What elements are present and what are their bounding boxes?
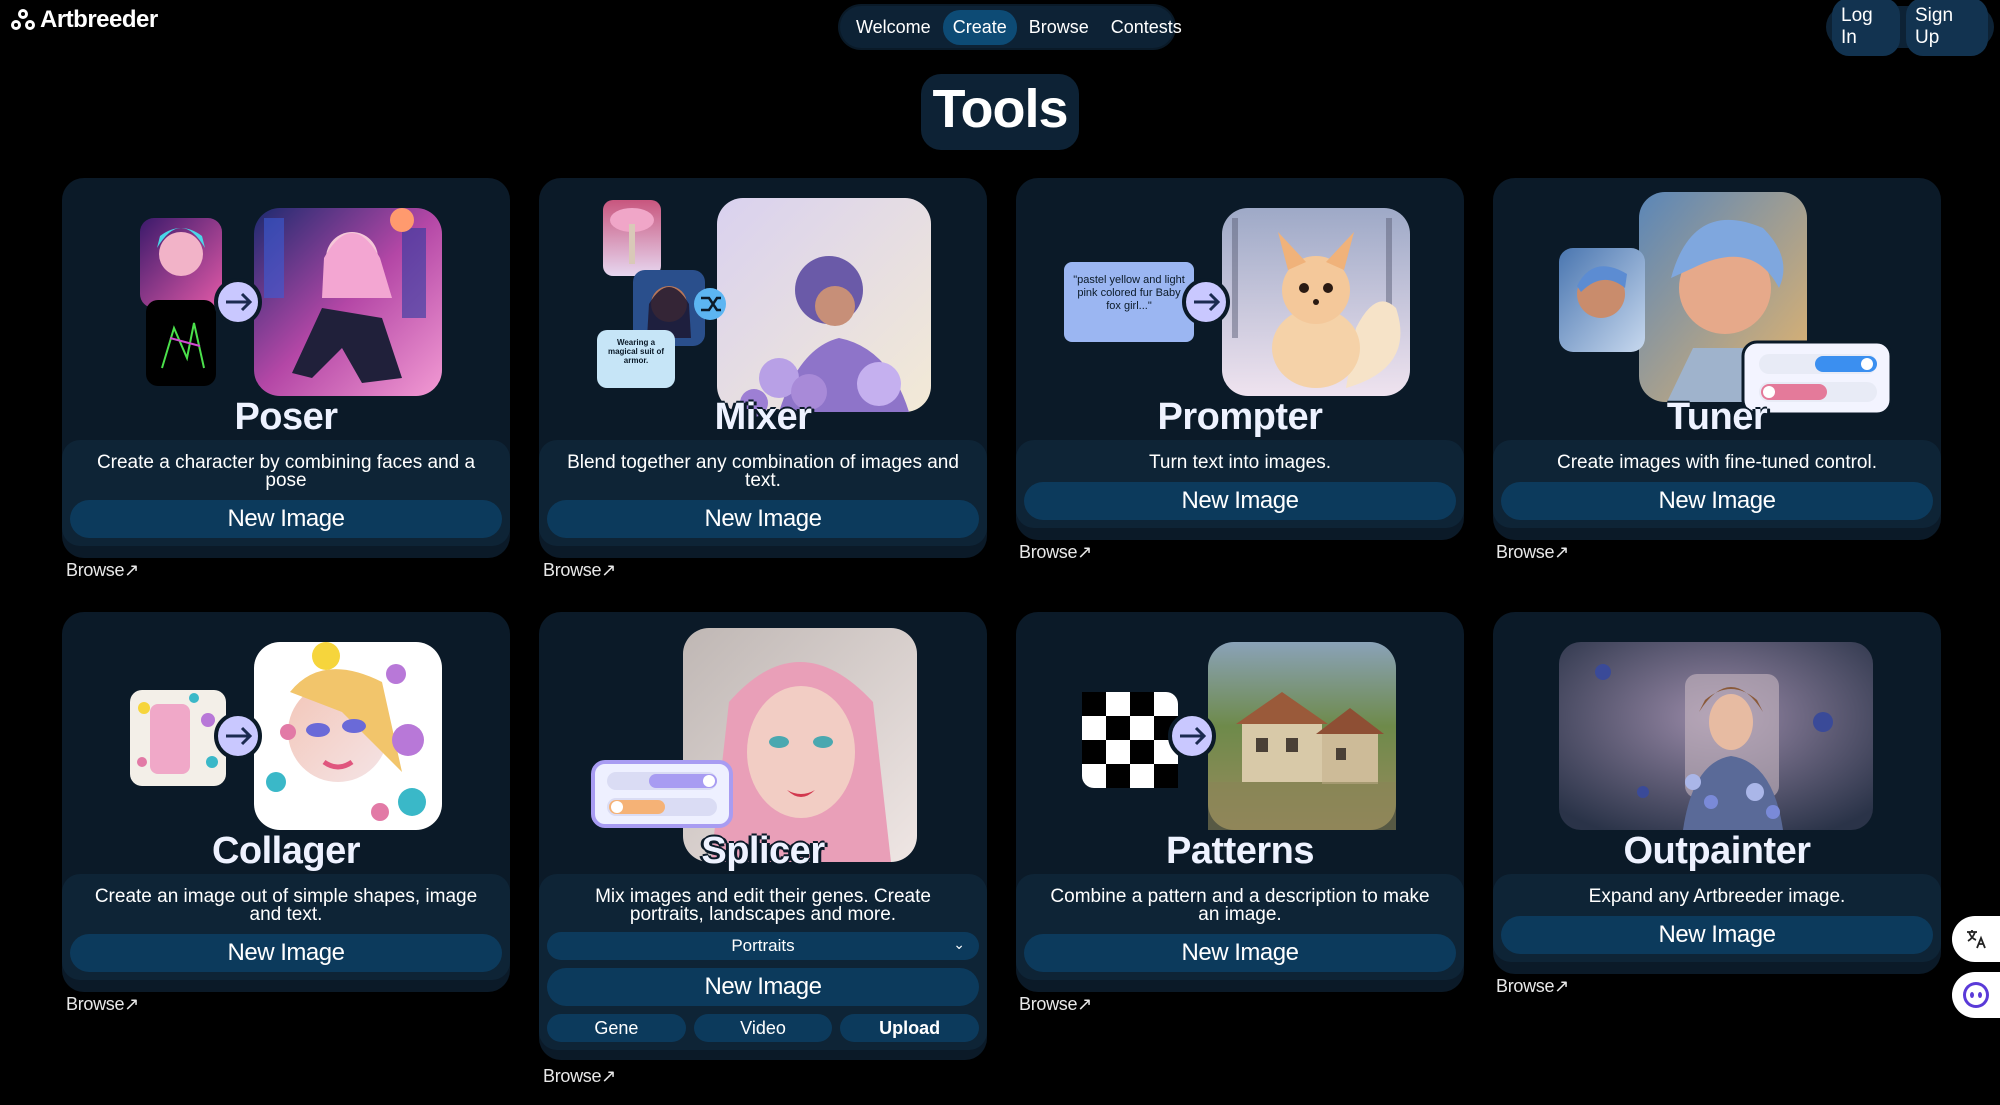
prompter-art-text: "pastel yellow and light pink colored fu…	[1073, 274, 1185, 312]
chevron-down-icon: ⌄	[953, 936, 965, 952]
splicer-category-select[interactable]: Portraits ⌄	[547, 932, 979, 960]
prompter-new-image-button[interactable]: New Image	[1024, 482, 1456, 520]
artbreeder-logo-icon	[11, 9, 35, 30]
splicer-actions: Gene Video Upload	[547, 1014, 980, 1042]
tool-body: Create an image out of simple shapes, im…	[62, 874, 510, 980]
tool-title: Outpainter	[1623, 830, 1811, 872]
nav-browse[interactable]: Browse	[1019, 10, 1099, 45]
tool-description: Combine a pattern and a description to m…	[1050, 886, 1430, 925]
mixer-art-text: Wearing a magical suit of armor.	[607, 338, 664, 365]
tool-card-prompter: "pastel yellow and light pink colored fu…	[1016, 178, 1464, 540]
tool-title: Tuner	[1666, 396, 1768, 438]
tool-title: Mixer	[714, 396, 812, 438]
tuner-browse-link[interactable]: Browse↗	[1496, 542, 1569, 563]
prompter-browse-link[interactable]: Browse↗	[1019, 542, 1092, 563]
splicer-new-image-button[interactable]: New Image	[547, 968, 979, 1006]
tool-description: Blend together any combination of images…	[567, 452, 959, 491]
tool-description: Create images with fine-tuned control.	[1557, 452, 1877, 473]
tool-description: Create an image out of simple shapes, im…	[94, 886, 478, 925]
tool-card-tuner: Tuner Create images with fine-tuned cont…	[1493, 178, 1941, 540]
select-value: Portraits	[731, 936, 795, 955]
tool-body: Mix images and edit their genes. Create …	[539, 874, 987, 1050]
nav-welcome[interactable]: Welcome	[846, 10, 941, 45]
tool-title: Patterns	[1165, 830, 1315, 872]
poser-new-image-button[interactable]: New Image	[70, 500, 502, 538]
nav-contests[interactable]: Contests	[1101, 10, 1192, 45]
brand-logo[interactable]: Artbreeder	[10, 6, 158, 34]
tool-title: Poser	[234, 396, 338, 438]
tool-body: Turn text into images. New Image	[1016, 440, 1464, 528]
mixer-new-image-button[interactable]: New Image	[547, 500, 979, 538]
main-nav: Welcome Create Browse Contests	[840, 6, 1182, 48]
brand-name: Artbreeder	[40, 6, 158, 33]
collager-browse-link[interactable]: Browse↗	[66, 994, 139, 1015]
outpainter-new-image-button[interactable]: New Image	[1501, 916, 1933, 954]
checkerboard-pattern	[1082, 692, 1178, 788]
translate-button[interactable]	[1952, 916, 2000, 962]
patterns-new-image-button[interactable]: New Image	[1024, 934, 1456, 972]
tool-card-patterns: Patterns Combine a pattern and a descrip…	[1016, 612, 1464, 992]
outpainter-browse-link[interactable]: Browse↗	[1496, 976, 1569, 997]
mixer-browse-link[interactable]: Browse↗	[543, 560, 616, 581]
collager-new-image-button[interactable]: New Image	[70, 934, 502, 972]
tool-description: Turn text into images.	[1149, 452, 1331, 473]
tool-body: Combine a pattern and a description to m…	[1016, 874, 1464, 980]
tool-card-splicer: Splicer Mix images and edit their genes.…	[539, 612, 987, 1060]
tool-body: Create images with fine-tuned control. N…	[1493, 440, 1941, 528]
gene-button[interactable]: Gene	[547, 1014, 686, 1042]
video-button[interactable]: Video	[693, 1014, 833, 1042]
upload-button[interactable]: Upload	[840, 1014, 980, 1042]
tool-card-mixer: Wearing a magical suit of armor. Mixer B…	[539, 178, 987, 558]
translate-icon	[1967, 930, 1986, 949]
tool-body: Expand any Artbreeder image. New Image	[1493, 874, 1941, 962]
tool-body: Create a character by combining faces an…	[62, 440, 510, 546]
chat-bot-icon	[1963, 982, 1989, 1008]
auth-nav: Log In Sign Up	[1826, 0, 1994, 56]
tool-card-poser: Poser Create a character by combining fa…	[62, 178, 510, 558]
tool-title: Splicer	[701, 830, 825, 872]
chat-bot-button[interactable]	[1952, 972, 2000, 1018]
tool-description: Mix images and edit their genes. Create …	[595, 886, 931, 925]
tool-title: Collager	[211, 830, 361, 872]
signup-button[interactable]: Sign Up	[1906, 0, 1988, 56]
login-button[interactable]: Log In	[1832, 0, 1900, 56]
page-title: Tools	[920, 74, 1080, 150]
tool-body: Blend together any combination of images…	[539, 440, 987, 546]
tool-card-outpainter: Outpainter Expand any Artbreeder image. …	[1493, 612, 1941, 974]
poser-browse-link[interactable]: Browse↗	[66, 560, 139, 581]
patterns-browse-link[interactable]: Browse↗	[1019, 994, 1092, 1015]
nav-create[interactable]: Create	[942, 9, 1017, 45]
tool-title: Prompter	[1157, 396, 1323, 438]
splicer-browse-link[interactable]: Browse↗	[543, 1066, 616, 1087]
page-title-wrap: Tools	[0, 74, 2000, 150]
tool-description: Expand any Artbreeder image.	[1588, 886, 1846, 907]
tool-card-collager: Collager Create an image out of simple s…	[62, 612, 510, 992]
tool-description: Create a character by combining faces an…	[96, 452, 476, 491]
tuner-new-image-button[interactable]: New Image	[1501, 482, 1933, 520]
